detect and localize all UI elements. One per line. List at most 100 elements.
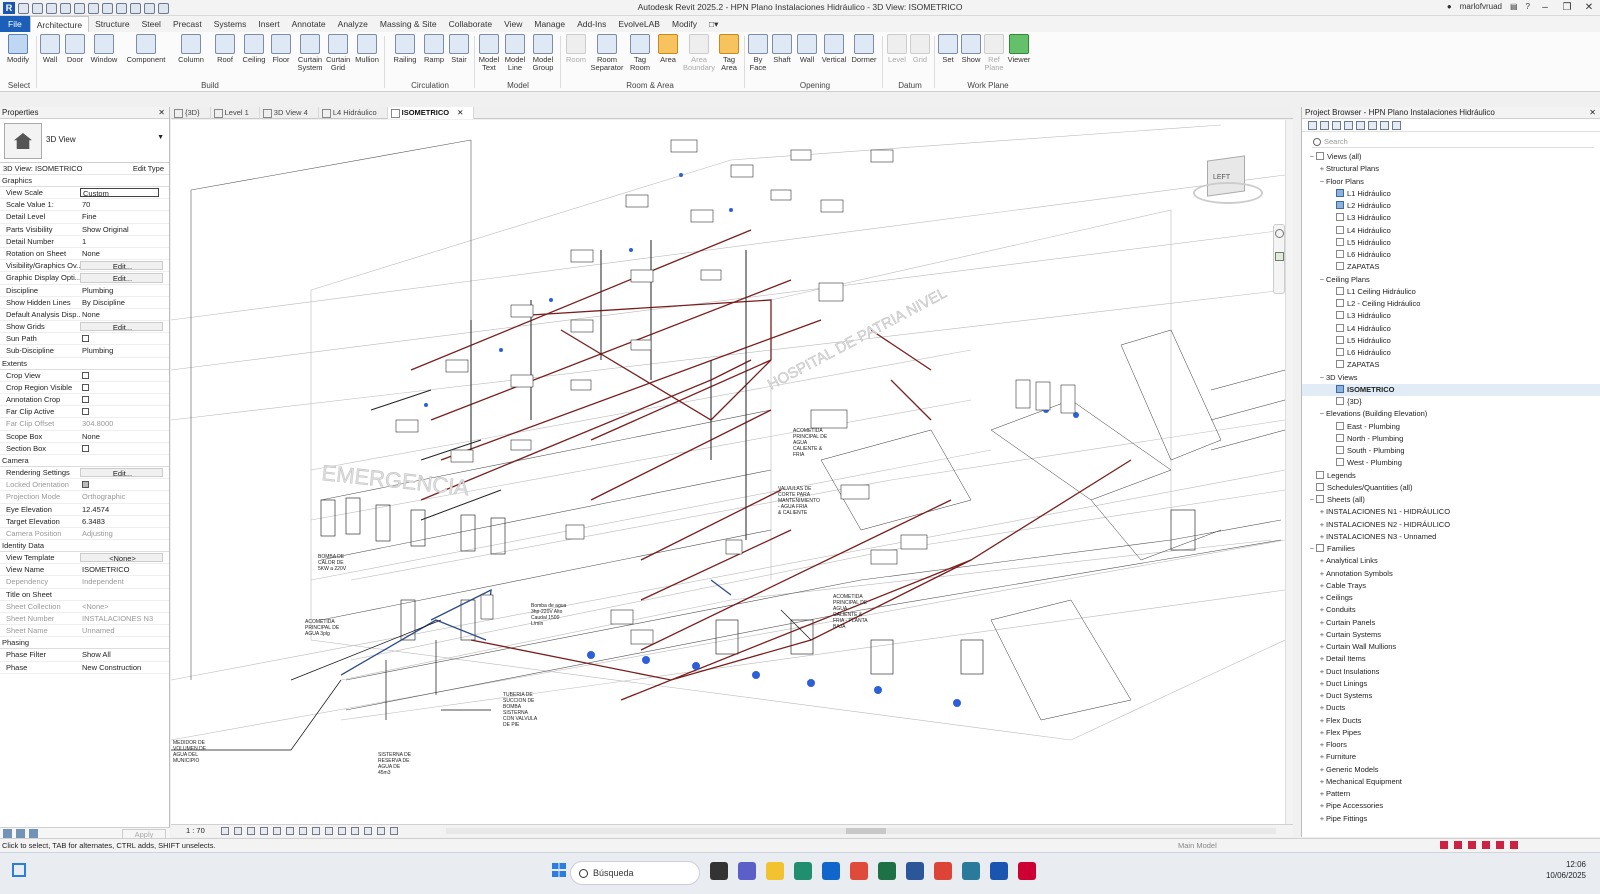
column-tool[interactable]: Column [176,34,206,64]
navigation-bar[interactable] [1273,224,1285,294]
vertical-scrollbar[interactable] [1285,120,1293,824]
detail-level-icon[interactable] [221,827,229,835]
browser-node[interactable]: {3D} [1302,396,1600,408]
edit-button[interactable]: Edit... [80,273,163,283]
edit-type-button[interactable]: Edit Type [133,163,164,175]
property-group-phasing[interactable]: Phasing [0,637,169,650]
browser-node[interactable]: − Sheets (all) [1302,494,1600,506]
browser-node[interactable]: − Ceiling Plans [1302,274,1600,286]
browser-node[interactable]: Schedules/Quantities (all) [1302,482,1600,494]
horizontal-scrollbar[interactable] [446,828,1276,834]
chrome-profile-icon[interactable] [934,862,952,880]
browser-node[interactable]: + Duct Insulations [1302,666,1600,678]
filter-icon[interactable] [29,829,38,838]
browser-node[interactable]: + Pattern [1302,788,1600,800]
zoom-icon[interactable] [1275,252,1284,261]
ribbon-tab-systems[interactable]: Systems [208,16,253,32]
browser-node[interactable]: + Flex Pipes [1302,727,1600,739]
browser-node[interactable]: + Mechanical Equipment [1302,776,1600,788]
view-tab[interactable]: {3D} [171,107,211,119]
edit-button[interactable]: Edit... [80,467,163,478]
stair-tool[interactable]: Stair [448,34,470,64]
expand-icon[interactable]: + [1318,617,1326,629]
sheets-icon[interactable] [1332,120,1341,130]
lock-3d-icon[interactable] [312,827,320,835]
measure-icon[interactable] [116,2,127,14]
expand-icon[interactable]: + [1318,568,1326,580]
browser-node[interactable]: ZAPATAS [1302,261,1600,273]
property-value[interactable]: None [80,309,169,320]
switch-windows-icon[interactable] [158,2,169,14]
minimize-icon[interactable]: – [1534,0,1556,16]
ribbon-tab-add-ins[interactable]: Add-Ins [571,16,612,32]
ribbon-tab-architecture[interactable]: Architecture [29,16,90,32]
property-group-graphics[interactable]: Graphics [0,175,169,187]
browser-node[interactable]: −3D Views [1302,372,1600,384]
browser-node[interactable]: + Floors [1302,739,1600,751]
shadows-icon[interactable] [260,827,268,835]
checkbox[interactable] [82,396,89,403]
widgets-icon[interactable] [12,863,26,877]
close-icon[interactable]: ✕ [1589,107,1596,119]
browser-node[interactable]: L6 Hidráulico [1302,347,1600,359]
expand-icon[interactable]: + [1318,776,1326,788]
ribbon-tab-file[interactable]: File [0,16,30,32]
ribbon-tab-annotate[interactable]: Annotate [286,16,332,32]
railing-tool[interactable]: Railing [392,34,418,64]
annotation-sisterna[interactable]: SISTERNA DE RESERVA DE AGUA DE 45m3 [378,752,412,776]
annotation-tuberia[interactable]: TUBERIA DE SUCCION DE BOMBA SISTERNA CON VAL… [503,692,538,728]
browser-node[interactable]: − Floor Plans [1302,176,1600,188]
expand-icon[interactable]: + [1318,739,1326,751]
text-icon[interactable] [130,2,141,14]
expand-icon[interactable]: + [1318,702,1326,714]
close-icon[interactable]: ✕ [158,107,165,119]
wall-tool[interactable]: Wall [40,34,60,64]
schedules-icon[interactable] [1344,120,1353,130]
browser-node[interactable]: + Generic Models [1302,764,1600,776]
view-tab[interactable]: Level 1 [211,107,260,119]
property-group-camera[interactable]: Camera [0,454,169,467]
browser-search-input[interactable]: Search [1312,136,1594,148]
model-line-tool[interactable]: Model Line [502,34,528,72]
property-value[interactable]: 6.3483 [80,516,169,527]
property-value[interactable]: Show All [80,649,169,660]
browser-node[interactable]: East - Plumbing [1302,421,1600,433]
browser-node[interactable]: + Conduits [1302,604,1600,616]
roof-tool[interactable]: Roof [214,34,236,64]
chrome-icon[interactable] [850,862,868,880]
ribbon-tab-view[interactable]: View [498,16,528,32]
show-tool[interactable]: Show [960,34,982,64]
browser-node[interactable]: L1 Ceiling Hidráulico [1302,286,1600,298]
temporary-hide-icon[interactable] [325,827,333,835]
teams-icon[interactable] [738,862,756,880]
expand-icon[interactable]: + [1318,788,1326,800]
annotation-bomba-calor[interactable]: BOMBA DE CALOR DE 5KW a 220V [318,554,347,572]
set-tool[interactable]: Set [938,34,958,64]
model-group-tool[interactable]: Model Group [530,34,556,72]
filter-selection-icon[interactable] [1510,841,1518,849]
revit-logo-icon[interactable]: R [3,2,15,14]
view-tab[interactable]: ISOMETRICO ✕ [387,107,475,119]
checkbox[interactable] [82,371,89,379]
property-value[interactable]: 70 [80,199,169,210]
panel-select[interactable]: Select [4,81,34,90]
show-crop-icon[interactable] [299,827,307,835]
expand-icon[interactable]: + [1318,653,1326,665]
links-icon[interactable] [1380,120,1389,130]
task-view-icon[interactable] [710,862,728,880]
property-value[interactable]: By Discipline [80,297,169,308]
area-boundary-tool[interactable]: Area Boundary [682,34,716,72]
browser-node[interactable]: + Ceilings [1302,592,1600,604]
edit-button[interactable]: Edit... [80,322,163,332]
browser-node[interactable]: + Analytical Links [1302,555,1600,567]
model-text-tool[interactable]: Model Text [478,34,500,72]
expand-icon[interactable]: + [1318,641,1326,653]
expand-icon[interactable]: + [1318,555,1326,567]
browser-node[interactable]: + INSTALACIONES N1 - HIDRÁULICO [1302,506,1600,518]
user-icon[interactable]: ● [1447,2,1452,11]
curtain-grid-tool[interactable]: Curtain Grid [326,34,350,72]
edit-button[interactable]: Edit... [80,261,163,271]
select-underlay-icon[interactable] [1454,841,1462,849]
property-value[interactable]: New Construction [80,662,169,673]
families-icon[interactable] [1356,120,1365,130]
